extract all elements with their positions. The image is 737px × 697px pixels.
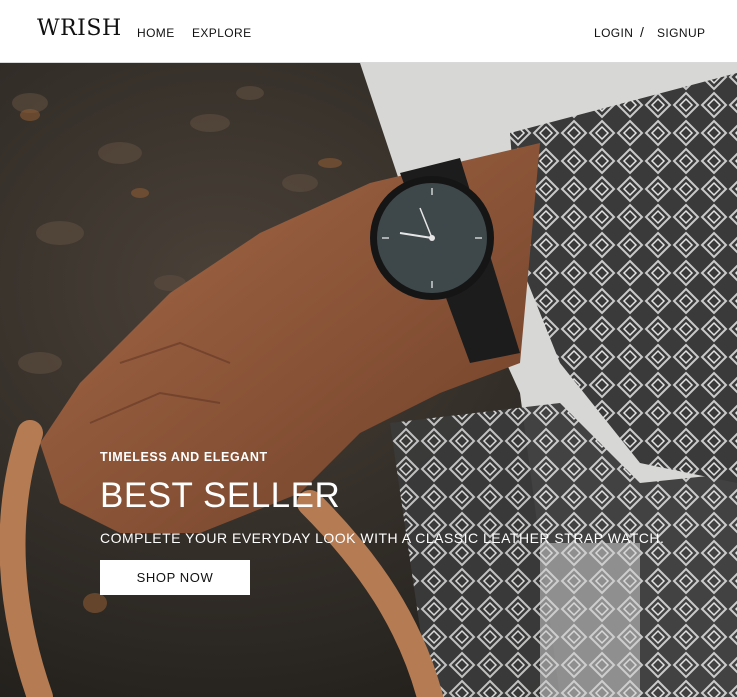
signup-link[interactable]: SIGNUP	[657, 26, 705, 40]
top-navbar: WRISH HOME EXPLORE LOGIN / SIGNUP	[0, 0, 737, 63]
hero-eyebrow: TIMELESS AND ELEGANT	[100, 450, 268, 464]
brand-logo[interactable]: WRISH	[37, 16, 122, 41]
nav-link-home[interactable]: HOME	[137, 26, 175, 40]
nav-link-explore[interactable]: EXPLORE	[192, 26, 252, 40]
auth-separator: /	[640, 24, 644, 40]
hero-image	[0, 63, 737, 697]
hero-headline: BEST SELLER	[100, 476, 341, 515]
shop-now-button[interactable]: SHOP NOW	[100, 560, 250, 595]
hero-subline: COMPLETE YOUR EVERYDAY LOOK WITH A CLASS…	[100, 530, 665, 546]
hero-banner: TIMELESS AND ELEGANT BEST SELLER COMPLET…	[0, 63, 737, 697]
login-link[interactable]: LOGIN	[594, 26, 633, 40]
